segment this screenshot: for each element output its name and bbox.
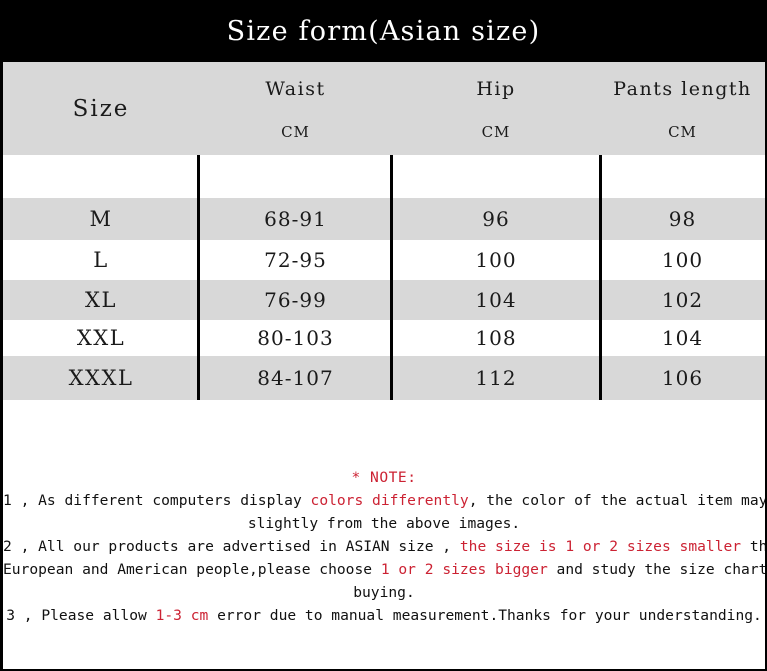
table-row: XL 76-99 104 102 (3, 280, 765, 320)
note-1-line-2: slightly from the above images. (3, 512, 765, 535)
header-cell-hip: Hip CM (392, 62, 600, 155)
note-2-text-c: European and American people,please choo… (3, 561, 381, 578)
column-divider-3 (599, 155, 602, 400)
note-heading: * NOTE: (3, 466, 765, 489)
cell-waist: 84-107 (257, 366, 334, 390)
cell-pants-length: 102 (661, 288, 704, 312)
note-1-text-a: 1 , As different computers display (3, 492, 311, 509)
size-chart-page: Size form(Asian size) Size Waist CM Hip … (0, 0, 767, 671)
header-cell-size: Size (3, 62, 199, 155)
note-2-line-3: buying. (3, 581, 765, 604)
cell-size: XL (85, 288, 117, 312)
cell-waist: 80-103 (257, 326, 334, 350)
cell-hip: 100 (475, 248, 517, 272)
cell-size: L (93, 248, 109, 272)
spacer-cell-size (3, 155, 199, 198)
notes-section: * NOTE: 1 , As different computers displ… (3, 466, 765, 627)
column-divider-2 (390, 155, 393, 400)
header-label-hip: Hip (476, 78, 516, 100)
cell-pants-length: 100 (661, 248, 704, 272)
note-2-highlight-bigger: 1 or 2 sizes bigger (380, 561, 548, 578)
cell-hip: 108 (475, 326, 517, 350)
cell-hip: 104 (475, 288, 517, 312)
note-2-text-e: buying. (353, 584, 415, 601)
cell-waist: 68-91 (264, 207, 327, 231)
cell-pants-length: 98 (668, 207, 697, 231)
page-title: Size form(Asian size) (226, 15, 541, 47)
cell-waist: 72-95 (264, 248, 327, 272)
note-3-highlight-tolerance: 1-3 cm (155, 607, 209, 624)
note-1-highlight-colors: colors differently (310, 492, 469, 509)
cell-size: M (89, 207, 113, 231)
table-row: M 68-91 96 98 (3, 198, 765, 240)
header-unit-waist: CM (281, 123, 310, 141)
note-2-line-1: 2 , All our products are advertised in A… (3, 535, 765, 558)
note-1-text-c: slightly from the above images. (247, 515, 521, 532)
title-bar: Size form(Asian size) (3, 0, 765, 62)
cell-size: XXXL (68, 366, 134, 390)
note-2-line-2: European and American people,please choo… (3, 558, 765, 581)
cell-waist: 76-99 (264, 288, 327, 312)
note-2-text-a: 2 , All our products are advertised in A… (3, 538, 460, 555)
table-header-row: Size Waist CM Hip CM Pants length CM (3, 62, 765, 155)
cell-pants-length: 106 (661, 366, 704, 390)
size-table: Size Waist CM Hip CM Pants length CM M 6… (3, 62, 765, 400)
spacer-cell-pants-length (600, 155, 765, 198)
header-cell-waist: Waist CM (199, 62, 392, 155)
cell-pants-length: 104 (661, 326, 704, 350)
header-cell-pants-length: Pants length CM (600, 62, 765, 155)
note-1-line-1: 1 , As different computers display color… (3, 489, 765, 512)
note-1-text-b: , the color of the actual item may vary (468, 492, 767, 509)
table-row: L 72-95 100 100 (3, 240, 765, 280)
note-3-line-1: 3 , Please allow 1-3 cm error due to man… (3, 604, 765, 627)
header-unit-hip: CM (481, 123, 511, 141)
header-label-pants-length: Pants length (613, 78, 752, 100)
header-label-size: Size (72, 95, 130, 122)
note-3-text-b: error due to manual measurement.Thanks f… (208, 607, 762, 624)
note-2-text-d: and study the size chart before (556, 561, 767, 578)
cell-hip: 96 (482, 207, 510, 231)
note-2-text-b: than (749, 538, 767, 555)
cell-hip: 112 (475, 366, 517, 390)
header-unit-pants-length: CM (668, 123, 697, 141)
column-divider-1 (197, 155, 200, 400)
note-2-highlight-smaller: the size is 1 or 2 sizes smaller (459, 538, 742, 555)
header-label-waist: Waist (265, 78, 326, 100)
table-row: XXXL 84-107 112 106 (3, 356, 765, 400)
note-heading-text: * NOTE: (351, 469, 417, 486)
table-row: XXL 80-103 108 104 (3, 320, 765, 356)
cell-size: XXL (76, 326, 126, 350)
note-3-text-a: 3 , Please allow (6, 607, 156, 624)
spacer-cell-hip (392, 155, 600, 198)
table-spacer-row (3, 155, 765, 198)
spacer-cell-waist (199, 155, 392, 198)
